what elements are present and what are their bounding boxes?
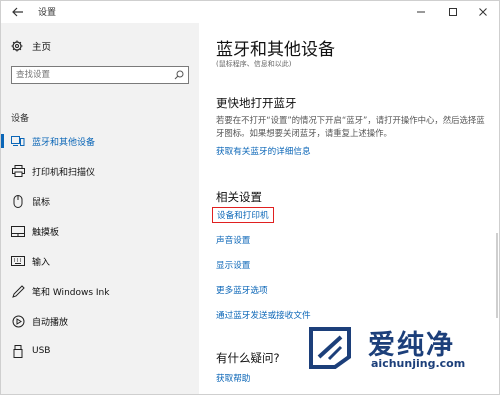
scrollbar[interactable] [496,233,498,318]
maximize-button[interactable] [437,1,469,23]
sidebar-item-autoplay[interactable]: 自动播放 [1,311,199,331]
related-settings-heading: 相关设置 [216,190,262,204]
close-button[interactable] [467,1,499,23]
touchpad-icon [11,224,25,238]
mouse-icon [11,194,25,208]
sidebar-item-label: USB [32,346,51,356]
sidebar-item-touchpad[interactable]: 触摸板 [1,221,199,241]
sidebar-item-mouse[interactable]: 鼠标 [1,191,199,211]
home-nav-item[interactable]: 主页 [11,39,51,53]
bluetooth-file-transfer-link[interactable]: 通过蓝牙发送或接收文件 [216,309,311,321]
bluetooth-info-link[interactable]: 获取有关蓝牙的详细信息 [216,145,311,157]
printer-icon [11,164,25,178]
window-title: 设置 [38,8,57,18]
page-title: 蓝牙和其他设备 [216,40,335,60]
watermark-url-text: aichunjing.com [371,357,466,370]
minimize-icon [417,11,425,13]
sidebar-item-usb[interactable]: USB [1,341,199,361]
sidebar: 主页 设备 蓝牙和其他设备 打印机和扫描仪 鼠标 [1,23,199,394]
more-bluetooth-options-link[interactable]: 更多蓝牙选项 [216,284,268,296]
gear-icon [11,40,23,52]
watermark-logo-icon [309,327,351,369]
home-label: 主页 [32,42,52,53]
back-button[interactable] [7,3,29,21]
quick-bluetooth-heading: 更快地打开蓝牙 [216,96,297,110]
keyboard-icon [11,254,25,268]
maximize-icon [449,8,457,16]
sidebar-item-label: 触摸板 [32,227,60,238]
sidebar-item-label: 蓝牙和其他设备 [32,137,96,148]
sidebar-item-label: 笔和 Windows Ink [32,287,110,298]
sound-settings-link[interactable]: 声音设置 [216,234,250,246]
sidebar-item-label: 输入 [32,257,51,268]
autoplay-icon [11,314,25,328]
minimize-button[interactable] [405,1,437,23]
back-arrow-icon [12,7,23,17]
pen-icon [11,284,25,298]
quick-bluetooth-description: 若要在不打开“设置”的情况下开启“蓝牙”，请打开操作中心，然后选择蓝牙图标。如果… [216,115,485,138]
sidebar-item-typing[interactable]: 输入 [1,251,199,271]
search-input[interactable] [16,69,166,81]
watermark: 爱纯净 aichunjing.com [303,316,493,376]
display-settings-link[interactable]: 显示设置 [216,259,250,271]
search-field[interactable] [11,66,189,84]
question-heading: 有什么疑问? [216,351,280,365]
sidebar-item-label: 打印机和扫描仪 [32,167,96,178]
get-help-link[interactable]: 获取帮助 [216,372,250,384]
settings-window: 设置 主页 设备 [0,0,500,395]
title-bar: 设置 [1,1,499,23]
sidebar-item-pen[interactable]: 笔和 Windows Ink [1,281,199,301]
devices-printers-link[interactable]: 设备和打印机 [212,207,274,223]
sidebar-item-printers[interactable]: 打印机和扫描仪 [1,161,199,181]
close-icon [479,8,487,16]
section-label-devices: 设备 [11,114,30,124]
bluetooth-devices-icon [11,134,25,148]
usb-icon [11,344,25,358]
sidebar-item-bluetooth[interactable]: 蓝牙和其他设备 [1,131,199,151]
sidebar-item-label: 鼠标 [32,197,51,208]
page-subtitle: (鼠标程序、信息和以此) [216,60,292,68]
search-icon [174,70,184,80]
sidebar-item-label: 自动播放 [32,317,69,328]
